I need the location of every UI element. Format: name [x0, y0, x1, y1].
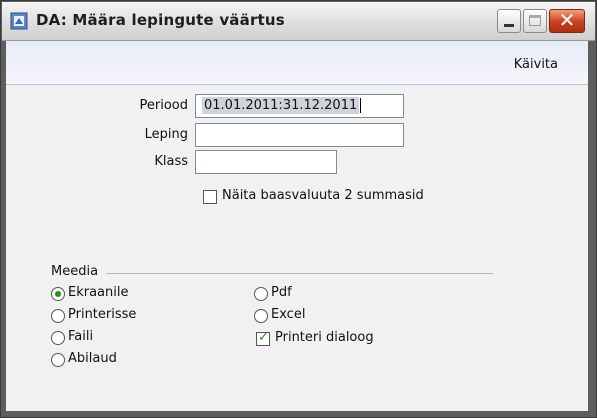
minimize-icon: [504, 24, 514, 27]
printer-dialog-checkbox[interactable]: ✓: [256, 330, 270, 346]
class-input[interactable]: [195, 150, 337, 174]
window-title: DA: Määra lepingute väärtus: [36, 11, 285, 29]
text-caret: [360, 98, 362, 113]
run-button[interactable]: Käivita: [514, 57, 558, 72]
report-window: DA: Määra lepingute väärtus ✕ Käivita Pe…: [0, 0, 597, 418]
contract-label: Leping: [144, 127, 188, 142]
period-value: 01.01.2011:31.12.2011: [202, 97, 360, 114]
contract-input[interactable]: [195, 123, 404, 147]
period-label: Periood: [139, 98, 189, 113]
base-currency-checkbox[interactable]: [203, 190, 217, 204]
form-area: Käivita Periood 01.01.2011:31.12.2011 Le…: [6, 41, 588, 411]
period-input[interactable]: 01.01.2011:31.12.2011: [195, 94, 404, 118]
media-group-divider: [106, 273, 493, 274]
title-bar[interactable]: DA: Määra lepingute väärtus ✕: [2, 2, 595, 41]
class-label: Klass: [154, 154, 188, 169]
media-option-screen: Ekraanile: [68, 285, 129, 300]
checkmark-icon: ✓: [258, 330, 269, 345]
maximize-button[interactable]: [523, 9, 547, 33]
toolbar: Käivita: [6, 41, 588, 85]
close-icon: ✕: [558, 8, 576, 32]
media-option-printer: Printerisse: [68, 307, 137, 322]
media-option-clipboard: Abilaud: [68, 351, 117, 366]
media-radio-file[interactable]: [51, 331, 65, 345]
media-radio-printer[interactable]: [51, 309, 65, 323]
base-currency-label: Näita baasvaluuta 2 summasid: [222, 188, 424, 203]
media-radio-screen[interactable]: [51, 287, 65, 301]
maximize-icon: [529, 15, 541, 26]
close-button[interactable]: ✕: [549, 8, 585, 33]
media-option-file: Faili: [68, 329, 94, 344]
media-option-excel: Excel: [271, 307, 306, 322]
radio-selected-dot: [55, 291, 61, 297]
media-option-pdf: Pdf: [271, 285, 292, 300]
media-radio-clipboard[interactable]: [51, 353, 65, 367]
minimize-button[interactable]: [497, 9, 521, 33]
media-radio-pdf[interactable]: [254, 287, 268, 301]
media-radio-excel[interactable]: [254, 309, 268, 323]
printer-dialog-label: Printeri dialoog: [275, 330, 374, 345]
media-group-label: Meedia: [51, 264, 99, 279]
document-app-icon: [10, 12, 28, 30]
